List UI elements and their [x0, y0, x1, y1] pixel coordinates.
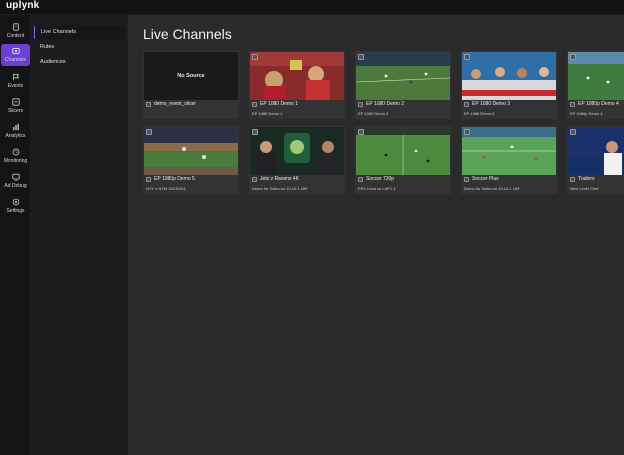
channel-name: Trailers	[578, 176, 595, 182]
channel-description: Demo for Sales on 10.10.1.159	[252, 186, 308, 191]
thumbnail-select-box[interactable]	[358, 129, 364, 135]
channel-card[interactable]: Soccer 720p PSV Leon vs LAFC 1	[355, 126, 451, 194]
thumbnail-select-box[interactable]	[358, 54, 364, 60]
channel-checkbox[interactable]	[252, 102, 257, 107]
channel-checkbox[interactable]	[464, 177, 469, 182]
channel-description: PSV Leon vs LAFC 1	[358, 186, 396, 191]
channel-card[interactable]: Soccer Plus Demo for Sales on 10.10.1.15…	[461, 126, 557, 194]
channel-name: Soccer 720p	[366, 176, 395, 182]
uplynk-logo[interactable]: uplynk	[6, 0, 39, 11]
channel-description: EP 1080 Demo 1	[252, 111, 283, 116]
channel-name: EP 1080 Demo 1	[260, 101, 298, 107]
channel-description: NYY v NYM 20210911	[146, 186, 186, 191]
channel-checkbox[interactable]	[252, 177, 257, 182]
thumbnail-select-box[interactable]	[570, 54, 576, 60]
main-content: Live Channels No Source demo_event_slice…	[128, 15, 624, 455]
channel-thumbnail	[568, 52, 624, 100]
channel-card[interactable]: No Source demo_event_slicer	[143, 51, 239, 119]
channel-checkbox[interactable]	[146, 177, 151, 182]
channel-thumbnail	[250, 52, 344, 100]
channel-card[interactable]: EP 1080 Demo 2 EP 1080 Demo 2	[355, 51, 451, 119]
rail-item-settings[interactable]: Settings	[1, 195, 30, 217]
channel-card[interactable]: EP 1080p Demo 4 EP 1080p Demo 4	[567, 51, 624, 119]
channel-thumbnail	[356, 52, 450, 100]
slicers-icon	[11, 98, 20, 106]
rail-label-slicers: Slicers	[7, 108, 23, 114]
events-icon	[12, 73, 19, 81]
channel-card[interactable]: Trailers Next Level Chef	[567, 126, 624, 194]
rail-item-events[interactable]: Events	[1, 70, 30, 92]
channel-checkbox[interactable]	[464, 102, 469, 107]
subnav-item-live-channels[interactable]: Live Channels	[34, 26, 126, 39]
channel-thumbnail	[462, 127, 556, 175]
subnav-item-rules[interactable]: Rules	[34, 41, 126, 54]
channel-thumbnail	[462, 52, 556, 100]
channel-card[interactable]: EP 1080p Demo 5 NYY v NYM 20210911	[143, 126, 239, 194]
channel-checkbox[interactable]	[358, 102, 363, 107]
settings-icon	[12, 198, 19, 206]
channel-checkbox[interactable]	[358, 177, 363, 182]
channel-thumbnail	[144, 127, 238, 175]
monitoring-icon	[12, 148, 19, 156]
ad-debug-icon	[11, 173, 20, 181]
rail-item-content[interactable]: Content	[1, 20, 30, 42]
channel-thumbnail	[568, 127, 624, 175]
rail-label-content: Content	[6, 33, 25, 39]
channel-name: EP 1080 Demo 3	[472, 101, 510, 107]
rail-label-settings: Settings	[6, 208, 25, 214]
channel-card[interactable]: EP 1080 Demo 1 EP 1080 Demo 1	[249, 51, 345, 119]
rail-label-analytics: Analytics	[5, 133, 26, 139]
no-source-label: No Source	[177, 73, 205, 79]
channel-card[interactable]: Jets v Ravens 4K Demo for Sales on 10.10…	[249, 126, 345, 194]
rail-label-events: Events	[7, 83, 24, 89]
thumbnail-select-box[interactable]	[464, 129, 470, 135]
channel-thumbnail	[356, 127, 450, 175]
primary-nav-rail: Content Channels Events Slicers Analytic…	[0, 15, 31, 455]
channels-icon	[11, 48, 20, 54]
channel-description: Demo for Sales on 10.10.1.159	[464, 186, 520, 191]
channel-description: EP 1080p Demo 4	[570, 111, 603, 116]
channel-thumbnail	[250, 127, 344, 175]
rail-label-monitoring: Monitoring	[3, 158, 28, 164]
channel-checkbox[interactable]	[570, 102, 575, 107]
rail-item-ad-debug[interactable]: Ad Debug	[1, 170, 30, 192]
channel-name: Soccer Plus	[472, 176, 499, 182]
top-bar: uplynk	[0, 0, 624, 15]
thumbnail-select-box[interactable]	[464, 54, 470, 60]
channel-name: EP 1080 Demo 2	[366, 101, 404, 107]
channel-card[interactable]: EP 1080 Demo 3 EP 1080 Demo 3	[461, 51, 557, 119]
channel-name: EP 1080p Demo 4	[578, 101, 619, 107]
subnav-item-audiences[interactable]: Audiences	[34, 56, 126, 69]
rail-item-channels[interactable]: Channels	[1, 44, 30, 66]
thumbnail-select-box[interactable]	[252, 129, 258, 135]
channel-description: Next Level Chef	[570, 186, 599, 191]
channel-checkbox[interactable]	[570, 177, 575, 182]
channel-name: Jets v Ravens 4K	[260, 176, 299, 182]
channel-checkbox[interactable]	[146, 102, 151, 107]
content-icon	[12, 23, 19, 31]
rail-item-slicers[interactable]: Slicers	[1, 95, 30, 117]
channel-name: demo_event_slicer	[154, 101, 196, 107]
thumbnail-select-box[interactable]	[252, 54, 258, 60]
rail-label-channels: Channels	[4, 57, 27, 63]
channel-description: EP 1080 Demo 3	[464, 111, 495, 116]
rail-item-monitoring[interactable]: Monitoring	[1, 145, 30, 167]
thumbnail-select-box[interactable]	[570, 129, 576, 135]
secondary-nav: Live Channels Rules Audiences	[31, 15, 128, 455]
channel-thumbnail-empty: No Source	[144, 52, 238, 100]
channel-name: EP 1080p Demo 5	[154, 176, 195, 182]
analytics-icon	[12, 123, 19, 131]
thumbnail-select-box[interactable]	[146, 129, 152, 135]
channel-description: EP 1080 Demo 2	[358, 111, 389, 116]
page-title: Live Channels	[143, 26, 232, 42]
rail-item-analytics[interactable]: Analytics	[1, 120, 30, 142]
rail-label-ad-debug: Ad Debug	[4, 183, 27, 189]
